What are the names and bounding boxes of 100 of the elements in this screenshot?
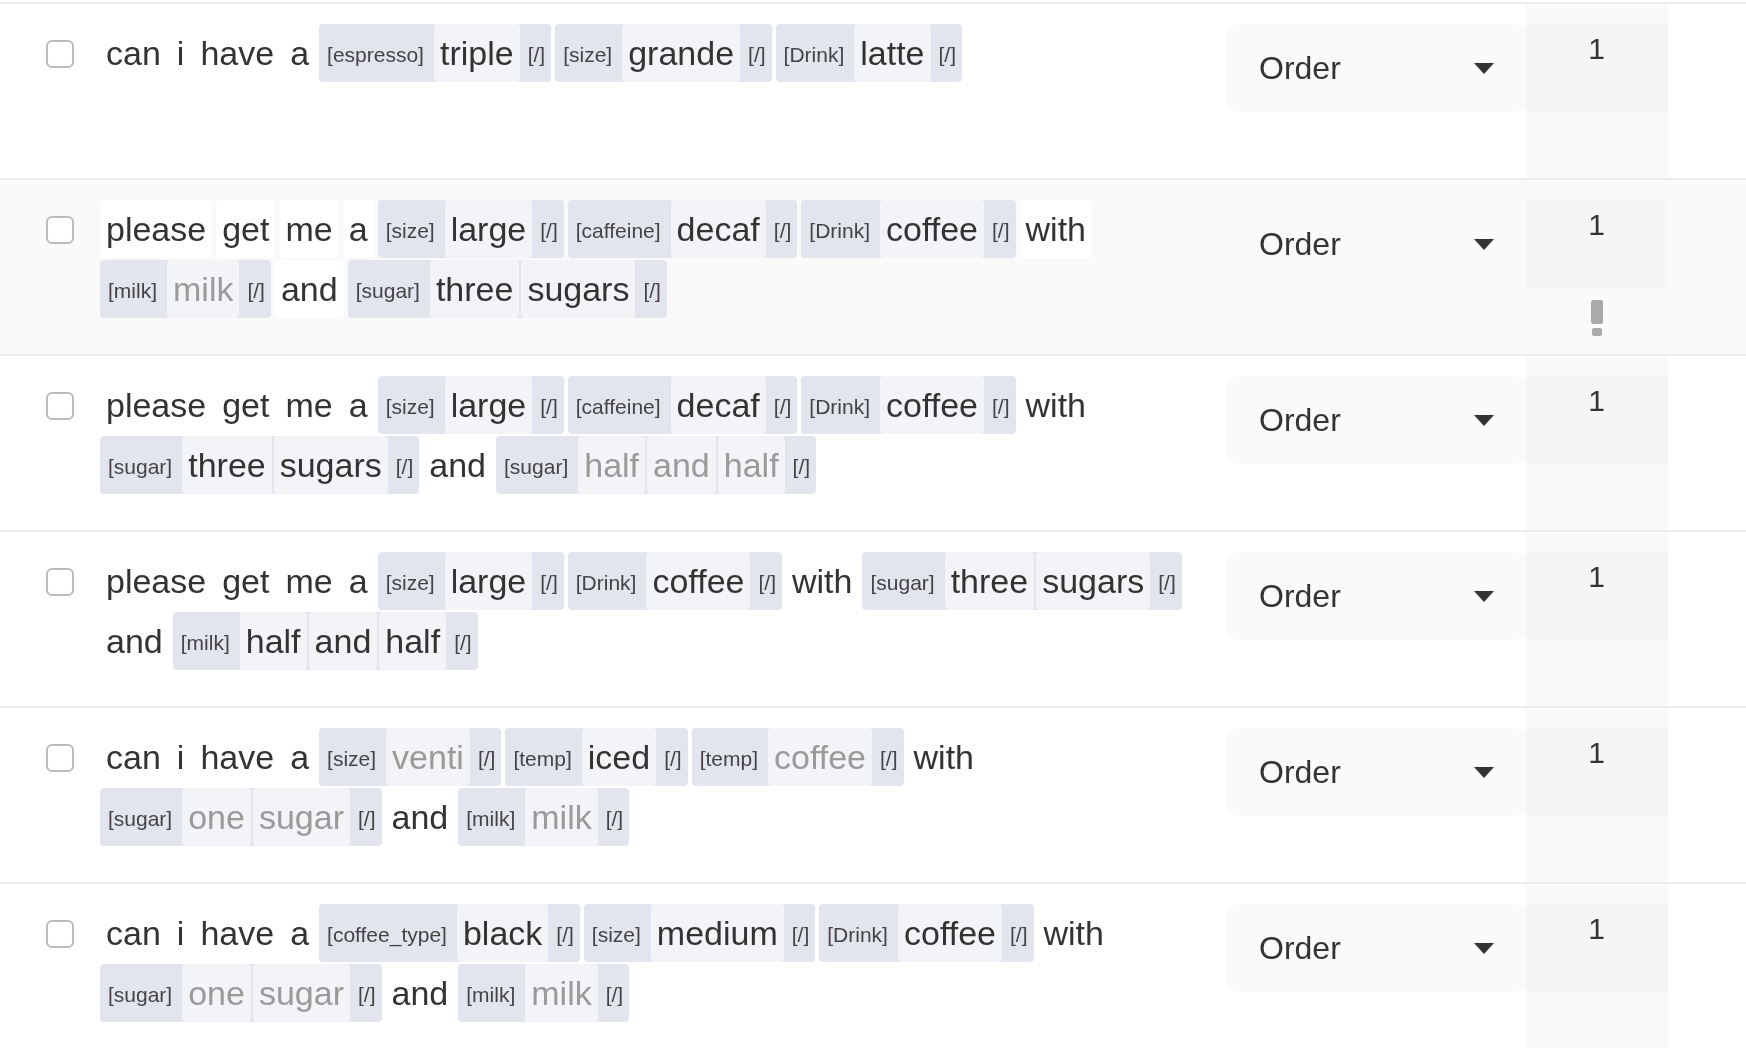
entity-word: three [429,260,520,318]
entity-word: half [717,436,785,494]
entity-tag[interactable]: [sugar] three sugars [/] [347,260,667,318]
checkbox[interactable] [46,744,74,772]
entity-tag[interactable]: [sugar] one sugar [/] [100,964,382,1022]
entity-tag[interactable]: [sugar] three sugars [/] [100,436,420,494]
entity-word: sugar [252,788,350,846]
entity-label: [milk] [465,806,517,832]
entity-label: [size] [384,394,436,420]
entity-tag[interactable]: [Drink] latte [/] [775,24,963,82]
checkbox[interactable] [46,216,74,244]
entity-tag[interactable]: [size] venti [/] [319,728,502,786]
entity-tag[interactable]: [Drink] coffee [/] [567,552,782,610]
entity-word: milk [167,260,240,318]
entity-word: half [578,436,646,494]
entity-word: three [944,552,1035,610]
entity-label: [size] [384,570,436,596]
entity-tag[interactable]: [size] large [/] [377,376,564,434]
entity-tag[interactable]: [milk] half and half [/] [172,612,478,670]
entity-tag[interactable]: [size] large [/] [377,552,564,610]
intent-dropdown[interactable]: Order [1227,904,1525,992]
entity-word: coffee [646,552,751,610]
entity-tag[interactable]: [size] large [/] [377,200,564,258]
entity-tag[interactable]: [sugar] half and half [/] [496,436,817,494]
caret-down-icon [1473,765,1495,779]
entity-word: and [308,612,378,670]
entity-label: [temp] [512,746,573,772]
entity-end-marker: [/] [539,394,559,420]
entity-tag[interactable]: [Drink] coffee [/] [801,376,1016,434]
entity-end-marker: [/] [937,42,958,68]
entity-label: [sugar] [503,454,570,480]
entity-label: [milk] [465,982,517,1008]
example-count: 1 [1525,200,1668,288]
entity-end-marker: [/] [357,806,377,832]
entity-label: [sugar] [107,806,174,832]
entity-word: coffee [880,200,984,258]
entity-word: half [239,612,307,670]
entity-tag[interactable]: [temp] iced [/] [505,728,688,786]
entity-tag[interactable]: [Drink] coffee [/] [819,904,1034,962]
entity-tag[interactable]: [sugar] three sugars [/] [862,552,1182,610]
entity-word: latte [854,24,931,82]
entity-label: [size] [562,42,614,68]
entity-end-marker: [/] [539,218,559,244]
checkbox[interactable] [46,568,74,596]
checkbox[interactable] [46,392,74,420]
entity-label: [caffeine] [574,394,662,420]
entity-word: and [647,436,716,494]
entity-end-marker: [/] [772,218,793,244]
entity-tag[interactable]: [milk] milk [/] [458,964,630,1022]
entity-tag[interactable]: [sugar] one sugar [/] [100,788,382,846]
entity-word: coffee [880,376,984,434]
entity-word: milk [525,788,598,846]
entity-label: [milk] [179,630,231,656]
utterance-word: a [342,200,374,258]
entity-label: [temp] [698,746,759,772]
entity-tag[interactable]: [milk] milk [/] [100,260,271,318]
intent-dropdown[interactable]: Order [1227,552,1525,640]
entity-tag[interactable]: [caffeine] decaf [/] [567,200,798,258]
entity-label: [caffeine] [574,218,662,244]
entity-word: venti [386,728,470,786]
intent-dropdown[interactable]: Order [1227,376,1525,464]
entity-end-marker: [/] [453,630,473,656]
entity-end-marker: [/] [539,570,559,596]
intent-dropdown[interactable]: Order [1227,728,1525,816]
utterance-word: me [279,200,339,258]
entity-tag[interactable]: [size] grande [/] [555,24,772,82]
entity-tag[interactable]: [size] medium [/] [583,904,816,962]
entity-end-marker: [/] [642,278,662,304]
entity-end-marker: [/] [663,746,683,772]
entity-tag[interactable]: [Drink] coffee [/] [801,200,1016,258]
entity-word: half [379,612,447,670]
entity-label: [sugar] [107,982,174,1008]
checkbox[interactable] [46,40,74,68]
entity-end-marker: [/] [526,42,547,68]
entity-word: black [456,904,549,962]
entity-word: triple [433,24,520,82]
entity-word: decaf [670,376,766,434]
entity-tag[interactable]: [milk] milk [/] [458,788,630,846]
entity-end-marker: [/] [1157,570,1177,596]
entity-label: [size] [384,218,436,244]
caret-down-icon [1473,941,1495,955]
entity-tag[interactable]: [caffeine] decaf [/] [567,376,798,434]
entity-end-marker: [/] [772,394,793,420]
entity-tag[interactable]: [temp] coffee [/] [691,728,904,786]
entity-end-marker: [/] [991,218,1011,244]
entity-word: grande [622,24,741,82]
entity-end-marker: [/] [246,278,266,304]
entity-end-marker: [/] [747,42,767,68]
entity-word: sugars [273,436,388,494]
entity-tag[interactable]: [coffee_type] black [/] [319,904,580,962]
entity-tag[interactable]: [espresso] triple [/] [319,24,552,82]
entity-label: [Drink] [782,42,846,68]
intent-dropdown[interactable]: Order [1227,24,1525,112]
checkbox[interactable] [46,920,74,948]
entity-label: [size] [590,922,642,948]
entity-word: large [444,200,533,258]
entity-label: [Drink] [826,922,889,948]
example-count: 1 [1525,552,1668,640]
entity-word: milk [525,964,598,1022]
entity-label: [Drink] [574,570,638,596]
